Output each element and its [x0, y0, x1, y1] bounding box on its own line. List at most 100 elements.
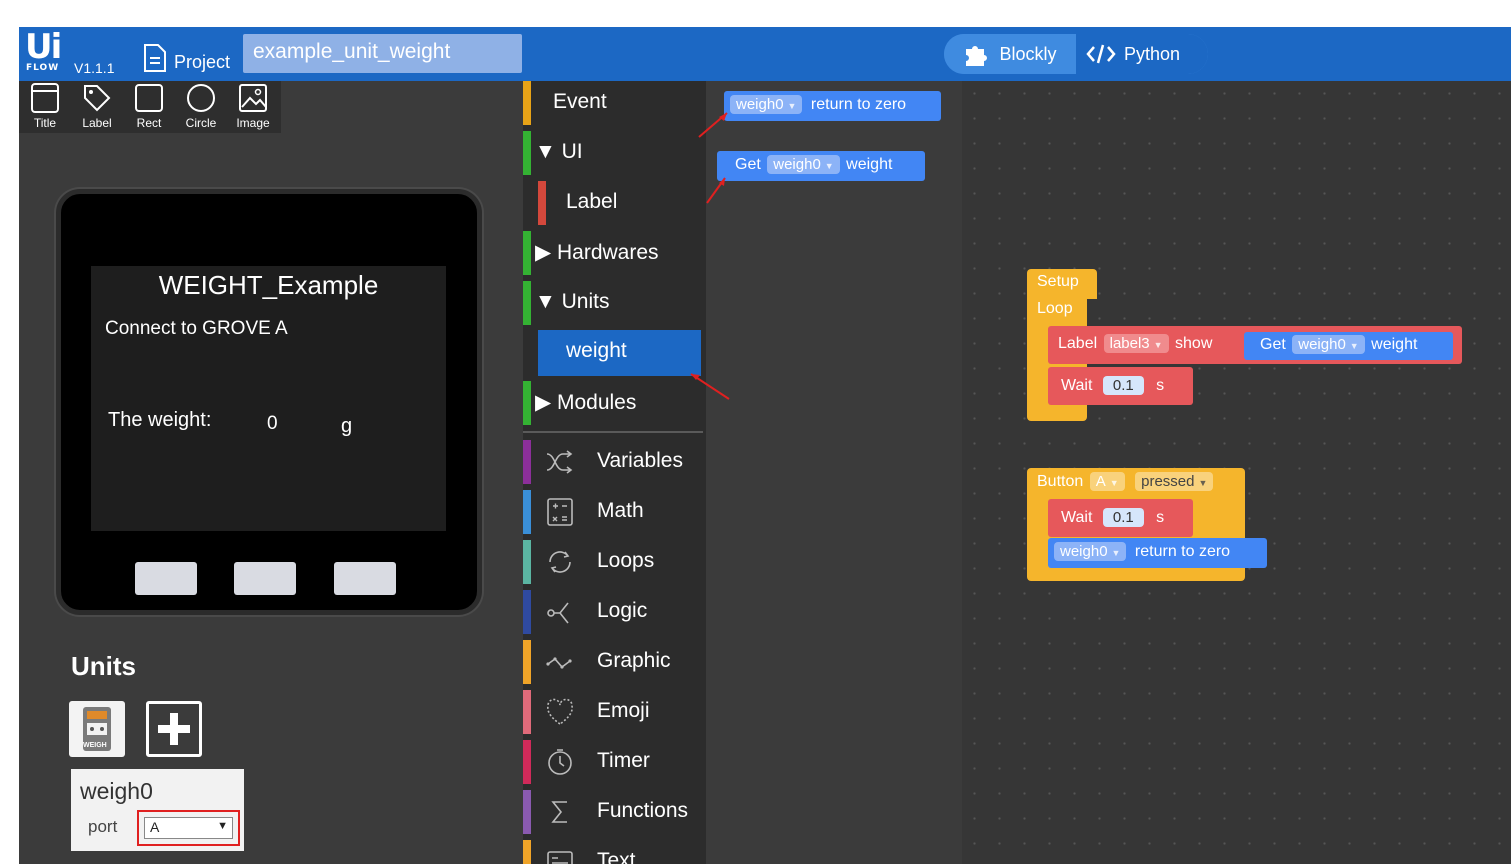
python-mode-button[interactable]: Python: [1076, 34, 1208, 74]
screen-title[interactable]: WEIGHT_Example: [91, 270, 446, 301]
tool-label: Circle: [185, 116, 217, 130]
setup-block[interactable]: Setup: [1027, 269, 1097, 299]
weigh-unit-icon[interactable]: WEIGH: [69, 701, 125, 757]
category-units[interactable]: ▼ Units: [523, 281, 706, 325]
block-text: Get: [735, 156, 761, 173]
category-modules[interactable]: ▶ Modules: [523, 381, 706, 425]
device-button-b[interactable]: [234, 562, 296, 595]
port-select[interactable]: A ▼: [144, 817, 233, 839]
category-label: Event: [553, 90, 607, 113]
toolbox-divider: [523, 431, 703, 433]
blockly-mode-button[interactable]: Blockly: [944, 34, 1076, 74]
logo-text: Ui: [25, 27, 62, 67]
category-label: Text: [597, 849, 636, 864]
uiflow-app: Ui FLOW V1.1.1 Project example_unit_weig…: [19, 27, 1511, 864]
screen-weight-label[interactable]: The weight:: [108, 409, 211, 432]
event-select-field[interactable]: pressed ▼: [1135, 472, 1214, 491]
return-to-zero-block[interactable]: weigh0 ▼ return to zero: [1048, 538, 1267, 568]
category-ui[interactable]: ▼ UI: [523, 131, 706, 175]
screen-connect-label[interactable]: Connect to GROVE A: [105, 318, 288, 340]
block-text: return to zero: [1134, 543, 1231, 560]
add-unit-button[interactable]: [146, 701, 202, 757]
label-select-field[interactable]: label3 ▼: [1103, 334, 1169, 353]
category-label: Label: [566, 190, 618, 213]
block-text: Wait: [1061, 509, 1093, 526]
category-text[interactable]: Text: [523, 840, 706, 864]
weigh-select-field[interactable]: weigh0 ▼: [1292, 335, 1365, 354]
project-label: Project: [174, 52, 231, 72]
dropdown-arrow-icon: ▼: [1111, 548, 1121, 558]
port-select-highlight: A ▼: [137, 810, 240, 846]
category-label: Timer: [597, 749, 650, 772]
category-label: ▼ UI: [535, 140, 583, 163]
rect-icon: [135, 84, 163, 112]
weigh-select-field[interactable]: weigh0 ▼: [767, 155, 840, 174]
weigh-icon-text: WEIGH: [83, 742, 107, 749]
category-stripe: [523, 440, 531, 484]
weigh-select-field[interactable]: weigh0 ▼: [730, 95, 803, 114]
tool-image[interactable]: Image: [227, 81, 279, 133]
wait-value-input[interactable]: 0.1: [1102, 376, 1144, 395]
field-value: pressed: [1141, 473, 1195, 490]
logo-subtext: FLOW: [26, 63, 60, 73]
field-value: weigh0: [736, 96, 784, 113]
math-icon: [547, 498, 573, 526]
category-stripe: [523, 381, 531, 425]
flyout-get-weight-block[interactable]: Get weigh0 ▼ weight: [717, 151, 925, 181]
wait-block-2[interactable]: Wait 0.1 s: [1048, 499, 1193, 537]
wait-value-input[interactable]: 0.1: [1102, 508, 1144, 527]
dropdown-arrow-icon: ▼: [1153, 340, 1163, 350]
category-label: ▼ Units: [535, 290, 610, 313]
screen-weight-value[interactable]: 0: [267, 413, 278, 435]
field-value: weigh0: [1060, 543, 1108, 560]
get-weight-block[interactable]: Get weigh0 ▼ weight: [1244, 332, 1453, 360]
device-button-a[interactable]: [135, 562, 197, 595]
flyout-return-to-zero-block[interactable]: weigh0 ▼ return to zero: [724, 91, 941, 121]
block-text: s: [1156, 509, 1165, 526]
category-stripe: [523, 740, 531, 784]
category-label: weight: [566, 339, 627, 362]
button-pressed-block[interactable]: Button A ▼ pressed ▼: [1027, 468, 1245, 498]
category-weight-selected[interactable]: weight: [538, 330, 701, 376]
category-variables[interactable]: Variables: [523, 440, 706, 484]
block-text: Wait: [1061, 377, 1093, 394]
emoji-icon: [547, 698, 573, 725]
button-select-field[interactable]: A ▼: [1089, 472, 1125, 491]
category-emoji[interactable]: Emoji: [523, 690, 706, 734]
version-label: V1.1.1: [74, 60, 115, 76]
category-hardwares[interactable]: ▶ Hardwares: [523, 231, 706, 275]
weigh-select-field[interactable]: weigh0 ▼: [1054, 542, 1127, 561]
unit-name: weigh0: [80, 778, 153, 804]
field-value: weigh0: [773, 156, 821, 173]
category-stripe: [523, 81, 531, 125]
uiflow-logo: Ui FLOW: [25, 27, 69, 75]
category-ui-label[interactable]: Label: [523, 181, 706, 225]
tool-label: Image: [236, 116, 270, 130]
units-heading: Units: [71, 651, 136, 681]
dropdown-arrow-icon: ▼: [787, 101, 797, 111]
tool-title[interactable]: Title: [19, 81, 71, 133]
device-preview: WEIGHT_Example Connect to GROVE A The we…: [56, 189, 482, 615]
setup-label: Setup: [1037, 273, 1079, 290]
category-math[interactable]: Math: [523, 490, 706, 534]
project-button[interactable]: Project: [142, 43, 230, 73]
project-name-input[interactable]: example_unit_weight: [243, 34, 522, 73]
category-graphic[interactable]: Graphic: [523, 640, 706, 684]
device-button-c[interactable]: [334, 562, 396, 595]
plus-icon: [158, 713, 190, 745]
dropdown-arrow-icon: ▼: [824, 161, 834, 171]
category-label: Variables: [597, 449, 683, 472]
category-logic[interactable]: Logic: [523, 590, 706, 634]
tool-rect[interactable]: Rect: [123, 81, 175, 133]
category-event[interactable]: Event: [523, 81, 706, 125]
category-loops[interactable]: Loops: [523, 540, 706, 584]
wait-block[interactable]: Wait 0.1 s: [1048, 367, 1193, 405]
screen-weight-unit[interactable]: g: [341, 415, 352, 438]
tool-circle[interactable]: Circle: [175, 81, 227, 133]
category-functions[interactable]: Functions: [523, 790, 706, 834]
category-timer[interactable]: Timer: [523, 740, 706, 784]
tool-label[interactable]: Label: [71, 81, 123, 133]
category-label: Graphic: [597, 649, 671, 672]
blockly-label: Blockly: [999, 43, 1057, 64]
category-label: Emoji: [597, 699, 650, 722]
